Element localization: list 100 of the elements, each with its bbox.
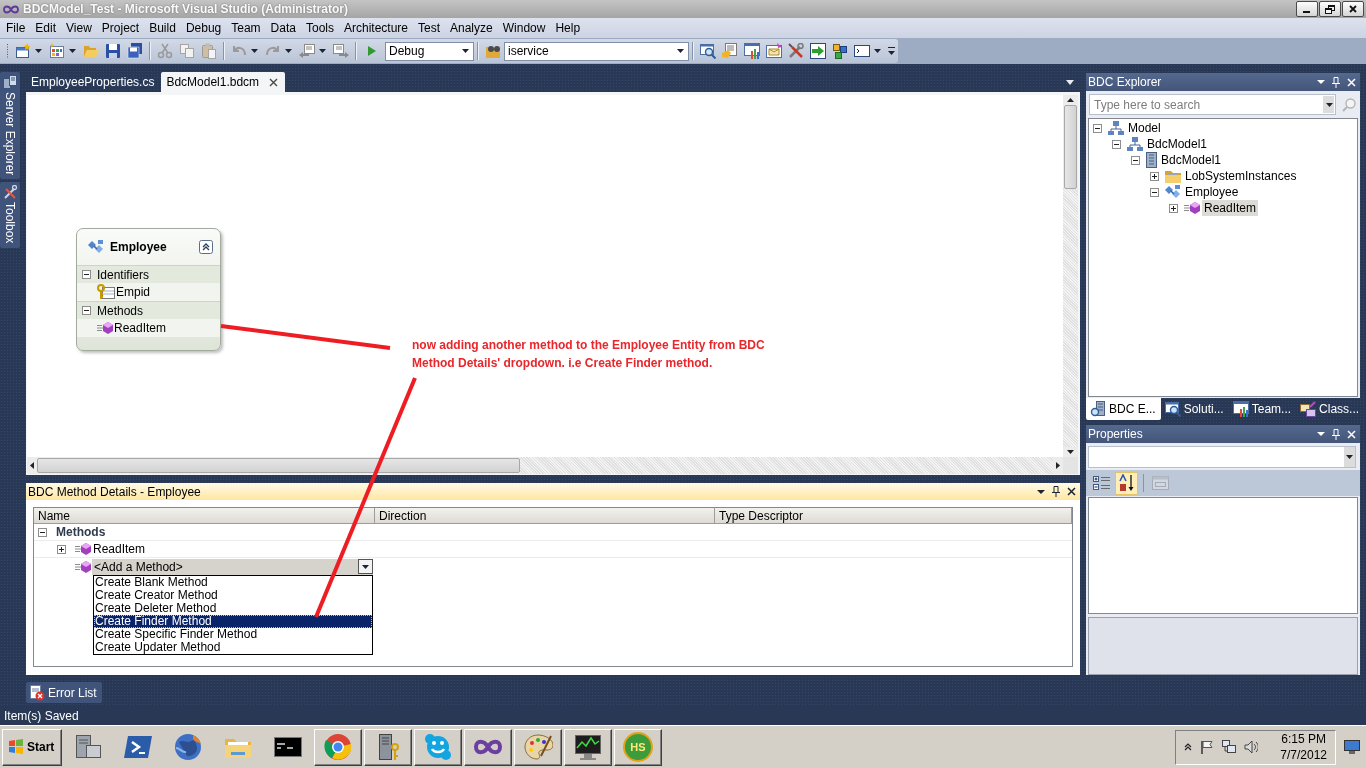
- chart-window-icon[interactable]: [744, 43, 760, 59]
- document-tab[interactable]: EmployeeProperties.cs: [26, 72, 162, 92]
- menu-item[interactable]: View: [61, 21, 97, 35]
- tree-item[interactable]: ReadItem: [1202, 200, 1259, 216]
- side-tab[interactable]: Server Explorer: [0, 72, 20, 180]
- caret-icon[interactable]: [35, 49, 42, 53]
- close-icon[interactable]: [269, 77, 279, 87]
- menu-item[interactable]: Test: [413, 21, 445, 35]
- console-window-icon[interactable]: [854, 43, 870, 59]
- grip-icon[interactable]: [6, 43, 9, 59]
- menu-item[interactable]: Debug: [180, 21, 227, 35]
- flag-icon[interactable]: [1200, 740, 1215, 754]
- menu-item[interactable]: Tools: [300, 21, 339, 35]
- menu-item[interactable]: Analyze: [445, 21, 498, 35]
- list-option[interactable]: Create Updater Method: [94, 641, 372, 654]
- menu-item[interactable]: Help: [550, 21, 586, 35]
- scrollbar-thumb[interactable]: [1064, 105, 1077, 189]
- configuration-dropdown[interactable]: Debug: [385, 41, 474, 61]
- dropdown-icon[interactable]: [1317, 432, 1325, 436]
- document-hand-icon[interactable]: [722, 43, 738, 59]
- tree-item[interactable]: Employee: [1183, 184, 1241, 200]
- tree-item[interactable]: Model: [1126, 120, 1163, 136]
- bottom-tab[interactable]: Error List: [26, 682, 102, 703]
- caret-icon[interactable]: [362, 564, 369, 569]
- taskbar-app-button[interactable]: [364, 728, 412, 766]
- menu-item[interactable]: Window: [497, 21, 551, 35]
- pin-icon[interactable]: [1332, 428, 1340, 440]
- save-icon[interactable]: [105, 43, 121, 59]
- folder-binoculars-icon[interactable]: [485, 43, 501, 59]
- arrow-box-icon[interactable]: [810, 43, 826, 59]
- window-search-icon[interactable]: [700, 43, 716, 59]
- blocks-icon[interactable]: [832, 43, 848, 59]
- tree-item[interactable]: LobSystemInstances: [1183, 168, 1299, 184]
- entity-shape[interactable]: Employee Identifiers Empid Methods ReadItem: [76, 228, 221, 351]
- column-header[interactable]: Type Descriptor: [715, 508, 1072, 524]
- explorer-tab[interactable]: BDC E...: [1086, 398, 1161, 420]
- list-option[interactable]: Create Creator Method: [94, 589, 372, 602]
- menu-item[interactable]: File: [1, 21, 31, 35]
- entity-member[interactable]: Empid: [116, 285, 150, 299]
- down-arrow-icon[interactable]: [1067, 450, 1074, 454]
- minimize-button[interactable]: [1296, 1, 1318, 17]
- caret-icon[interactable]: [319, 49, 326, 53]
- clock-time[interactable]: 6:15 PM: [1281, 731, 1326, 747]
- collapse-icon[interactable]: [1150, 187, 1159, 197]
- close-button[interactable]: [1342, 1, 1364, 17]
- find-dropdown[interactable]: iservice: [504, 41, 689, 61]
- chevron-up-icon[interactable]: [1184, 743, 1193, 751]
- dropdown-icon[interactable]: [1037, 489, 1045, 494]
- taskbar-app-button[interactable]: [314, 728, 362, 766]
- double-chevron-up-icon[interactable]: [199, 240, 213, 254]
- collapse-icon[interactable]: [1093, 123, 1102, 133]
- paste-icon[interactable]: [201, 43, 217, 59]
- caret-icon[interactable]: [69, 49, 76, 53]
- expand-icon[interactable]: [57, 544, 66, 554]
- menu-item[interactable]: Team: [226, 21, 266, 35]
- menu-item[interactable]: Project: [96, 21, 145, 35]
- tree-item[interactable]: BdcModel1: [1145, 136, 1210, 152]
- column-header[interactable]: Name: [34, 508, 375, 524]
- caret-icon[interactable]: [874, 49, 881, 53]
- clock-date[interactable]: 7/7/2012: [1280, 747, 1327, 763]
- up-arrow-icon[interactable]: [1067, 98, 1074, 102]
- pin-icon[interactable]: [1052, 486, 1060, 497]
- overflow-icon[interactable]: [888, 46, 895, 56]
- list-option[interactable]: Create Blank Method: [94, 576, 372, 589]
- taskbar-app-button[interactable]: [564, 728, 612, 766]
- start-button[interactable]: Start: [2, 728, 62, 766]
- caret-icon[interactable]: [462, 49, 469, 53]
- explorer-tab[interactable]: Class...: [1296, 398, 1365, 420]
- explorer-tab[interactable]: Team...: [1228, 398, 1297, 420]
- method-name[interactable]: ReadItem: [93, 542, 146, 556]
- tree-item[interactable]: BdcModel1: [1159, 152, 1224, 168]
- dropdown-icon[interactable]: [1317, 80, 1325, 84]
- close-icon[interactable]: [1067, 487, 1076, 496]
- list-option[interactable]: Create Finder Method: [94, 615, 372, 628]
- window-star-icon[interactable]: [15, 43, 31, 59]
- expand-icon[interactable]: [1169, 203, 1178, 213]
- caret-icon[interactable]: [677, 49, 684, 53]
- taskbar-app-button[interactable]: [414, 728, 462, 766]
- collapse-icon[interactable]: [38, 527, 47, 537]
- envelope-window-icon[interactable]: [766, 43, 782, 59]
- vertical-scrollbar[interactable]: [1063, 95, 1078, 457]
- expand-icon[interactable]: [1150, 171, 1159, 181]
- menu-item[interactable]: Build: [144, 21, 181, 35]
- document-tab[interactable]: BdcModel1.bdcm: [161, 72, 286, 92]
- show-desktop-icon[interactable]: [1344, 740, 1360, 754]
- right-arrow-icon[interactable]: [1056, 462, 1060, 469]
- tools-icon[interactable]: [788, 43, 804, 59]
- explorer-tab[interactable]: Soluti...: [1160, 398, 1229, 420]
- taskbar-app-button[interactable]: [514, 728, 562, 766]
- list-option[interactable]: Create Specific Finder Method: [94, 628, 372, 641]
- menu-item[interactable]: Data: [265, 21, 301, 35]
- collapse-icon[interactable]: [1112, 139, 1121, 149]
- horizontal-scrollbar[interactable]: [27, 457, 1063, 474]
- restore-button[interactable]: [1319, 1, 1341, 17]
- menu-item[interactable]: Architecture: [338, 21, 413, 35]
- left-arrow-icon[interactable]: [30, 462, 34, 469]
- taskbar-app-button[interactable]: [464, 728, 512, 766]
- collapse-icon[interactable]: [82, 270, 91, 279]
- list-option[interactable]: Create Deleter Method: [94, 602, 372, 615]
- collapse-icon[interactable]: [1131, 155, 1140, 165]
